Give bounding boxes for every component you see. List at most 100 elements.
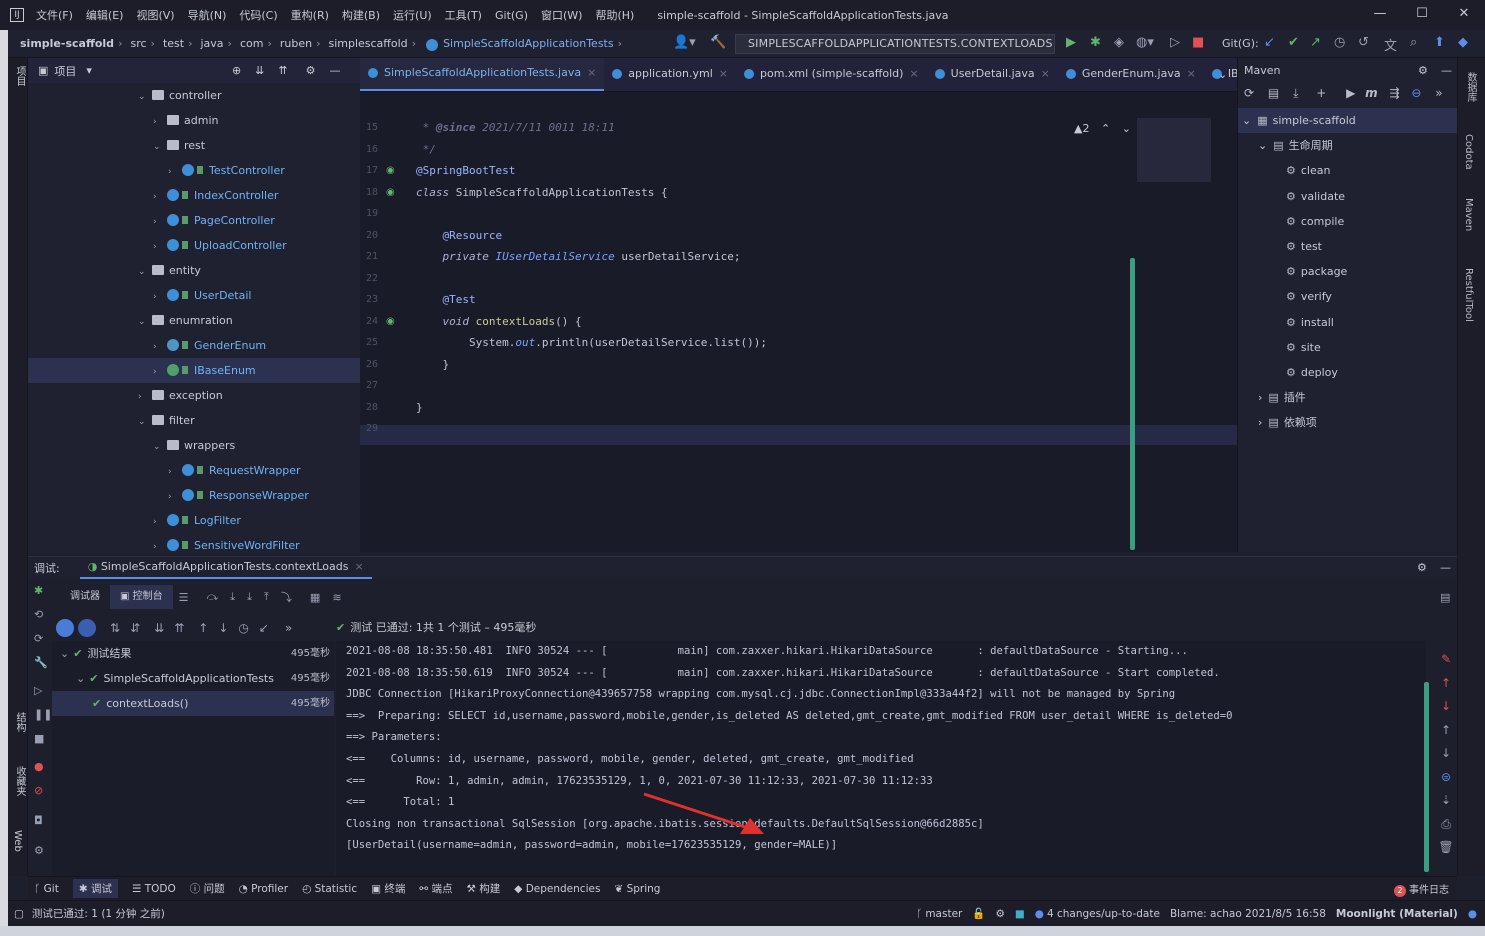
generate-sources-icon[interactable]: ▤	[1268, 86, 1279, 100]
close-icon[interactable]: ×	[587, 58, 596, 90]
run-icon[interactable]: ▶	[1066, 35, 1076, 50]
theme-name[interactable]: Moonlight (Material)	[1336, 908, 1458, 920]
rerun-failed-icon[interactable]: ⟲	[34, 608, 43, 621]
tree-item[interactable]: › LogFilter	[28, 508, 360, 533]
menu-item[interactable]: Git(G)	[495, 9, 528, 22]
chevron-down-icon[interactable]: ⌄	[1122, 122, 1131, 135]
chevron-right-icon[interactable]: ›	[153, 285, 165, 310]
editor-tab[interactable]: SimpleScaffoldApplicationTests.java ×	[360, 58, 605, 91]
menu-item[interactable]: 编辑(E)	[86, 9, 124, 22]
maven-goal[interactable]: ⚙ package	[1238, 259, 1458, 284]
breadcrumb-item[interactable]: java	[200, 37, 223, 50]
chevron-right-icon[interactable]: ›	[168, 460, 180, 485]
collapse-all-icon[interactable]: ⇈	[278, 64, 287, 77]
maven-goal[interactable]: ⚙ install	[1238, 310, 1458, 335]
run-step-icon[interactable]: ▷	[1170, 35, 1180, 50]
reload-icon[interactable]: ⟳	[1244, 86, 1254, 100]
hide-icon[interactable]: —	[1440, 561, 1451, 574]
chevron-down-icon[interactable]: ⌄	[1258, 139, 1267, 152]
left-strip-3[interactable]: Web	[12, 830, 23, 852]
close-icon[interactable]: ×	[719, 58, 728, 91]
resume-icon[interactable]: ▷	[34, 684, 42, 697]
maven-goal[interactable]: ⚙ deploy	[1238, 360, 1458, 385]
editor-scrollbar[interactable]	[1130, 258, 1135, 550]
maven-goal[interactable]: ⚙ test	[1238, 234, 1458, 259]
event-log[interactable]: 2 事件日志	[1394, 881, 1449, 897]
expand-all-icon[interactable]: ⇊	[255, 64, 264, 77]
chevron-right-icon[interactable]: ›	[138, 385, 150, 410]
stop-icon[interactable]: ■	[34, 732, 44, 745]
toggle-offline-icon[interactable]: ⇶	[1390, 86, 1400, 100]
down-red-icon[interactable]: ↓	[1438, 695, 1454, 719]
maven-plugins[interactable]: › ▤ 插件	[1238, 385, 1458, 410]
tree-item[interactable]: › IBaseEnum	[28, 358, 360, 383]
tool-window-button[interactable]: ◔ Profiler	[239, 883, 288, 895]
close-icon[interactable]: ×	[1187, 58, 1196, 91]
debug-session-tab[interactable]: ◑ SimpleScaffoldApplicationTests.context…	[79, 557, 372, 579]
run-to-cursor-icon[interactable]: ⤵	[281, 589, 292, 605]
breadcrumb-item[interactable]: simplescaffold	[328, 37, 407, 50]
tab-list-icon[interactable]: ⌄	[1218, 68, 1227, 81]
lock-icon[interactable]: 🔓	[972, 907, 985, 920]
trash-icon[interactable]: 🗑	[1438, 836, 1454, 860]
code-minimap[interactable]	[1137, 118, 1211, 182]
breadcrumb-item[interactable]: com	[240, 37, 264, 50]
mute-breakpoints-icon[interactable]: ⊘	[34, 784, 43, 797]
chevron-right-icon[interactable]: ›	[153, 335, 165, 360]
print-icon[interactable]: ⎙	[1438, 813, 1454, 837]
collapse-all-icon[interactable]: ⇈	[174, 621, 184, 635]
gear-icon[interactable]: ⚙	[1417, 561, 1427, 574]
chevron-down-icon[interactable]: ⌄	[138, 410, 150, 435]
right-strip-1[interactable]: Codota	[1463, 134, 1474, 170]
tree-item[interactable]: › GenderEnum	[28, 333, 360, 358]
git-changes[interactable]: 4 changes/up-to-date	[1047, 908, 1160, 920]
add-icon[interactable]: +	[1316, 86, 1326, 100]
breadcrumb-item[interactable]: ruben	[280, 37, 312, 50]
profile-icon[interactable]: ◍▾	[1136, 35, 1154, 50]
debug-icon[interactable]: ✱	[1090, 35, 1101, 50]
tool-window-button[interactable]: ❦ Spring	[614, 883, 660, 895]
close-icon[interactable]: ×	[1041, 58, 1050, 91]
breadcrumb-item[interactable]: src	[130, 37, 146, 50]
run-gutter-icon[interactable]: ◉	[386, 165, 395, 176]
tree-item[interactable]: › ResponseWrapper	[28, 483, 360, 508]
tree-item[interactable]: › UserDetail	[28, 283, 360, 308]
chevron-right-icon[interactable]: ›	[153, 110, 165, 135]
maximize-icon[interactable]: ☐	[1401, 0, 1443, 30]
left-strip-1[interactable]: 结构	[12, 712, 27, 732]
tree-item[interactable]: ⌄ entity	[28, 258, 360, 283]
menu-item[interactable]: 重构(R)	[291, 9, 329, 22]
console-tab[interactable]: ▣ 控制台	[110, 585, 173, 609]
chevron-down-icon[interactable]: ⌄	[138, 310, 150, 335]
maven-goal[interactable]: ⚙ compile	[1238, 209, 1458, 234]
maven-goal[interactable]: ⚙ site	[1238, 335, 1458, 360]
chevron-down-icon[interactable]: ▾	[86, 64, 92, 77]
history-icon[interactable]: ◷	[1334, 35, 1345, 50]
camera-icon[interactable]: ◘	[34, 814, 43, 827]
evaluate-icon[interactable]: ▦	[310, 591, 320, 604]
gear-icon[interactable]: ⚙	[34, 844, 44, 857]
close-icon[interactable]: ×	[909, 58, 918, 91]
minimize-icon[interactable]: —	[1359, 0, 1401, 30]
test-result-row[interactable]: ⌄ ✔ SimpleScaffoldApplicationTests 495毫秒	[52, 666, 334, 691]
chevron-right-icon[interactable]: ›	[153, 210, 165, 235]
left-strip-2[interactable]: 收藏夹	[12, 766, 27, 796]
prev-test-icon[interactable]: ↑	[198, 621, 208, 635]
chevron-right-icon[interactable]: ›	[153, 185, 165, 210]
search-icon[interactable]: ⌕	[1410, 35, 1417, 50]
build-hammer-icon[interactable]: 🔨	[710, 35, 726, 50]
right-strip-3[interactable]: RestfulTool	[1463, 268, 1474, 322]
step-over-icon[interactable]: ⤼	[207, 590, 219, 604]
chevron-right-icon[interactable]: ›	[1258, 416, 1262, 429]
breadcrumb-item[interactable]: SimpleScaffoldApplicationTests	[443, 37, 614, 50]
close-icon[interactable]: ×	[354, 560, 363, 573]
theme-icon[interactable]: ●	[1468, 908, 1477, 920]
debugger-tab[interactable]: 调试器	[60, 585, 110, 609]
trace-icon[interactable]: ≋	[332, 591, 341, 604]
run-gutter-icon[interactable]: ◉	[386, 316, 395, 327]
left-strip-0[interactable]: 项目	[12, 66, 27, 86]
breakpoints-icon[interactable]: ●	[34, 760, 44, 773]
locate-icon[interactable]: ⊕	[232, 64, 241, 77]
run-goal-icon[interactable]: ▶	[1346, 86, 1355, 100]
tree-item[interactable]: ⌄ filter	[28, 408, 360, 433]
